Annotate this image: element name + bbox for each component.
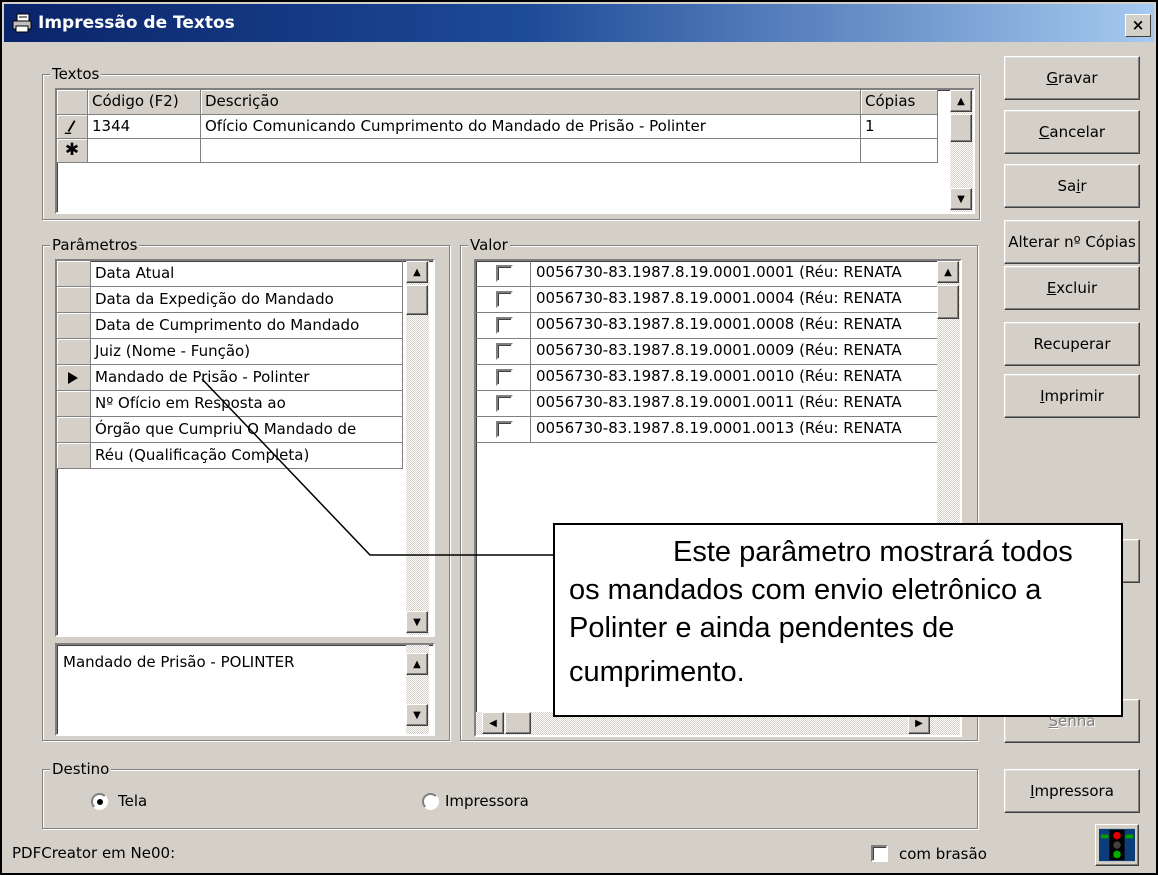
hscroll-thumb[interactable] xyxy=(505,712,531,734)
scroll-down-arrow-icon[interactable]: ▼ xyxy=(406,611,428,633)
textos-group-label: Textos xyxy=(50,65,102,83)
textos-scrollbar[interactable]: ▲ ▼ xyxy=(950,90,973,212)
scroll-thumb[interactable] xyxy=(406,285,428,315)
callout-pointer-line xyxy=(201,378,554,556)
valor-group-label: Valor xyxy=(468,236,510,254)
title-bar[interactable]: Impressão de Textos × xyxy=(4,4,1154,42)
cell-descricao-new[interactable] xyxy=(201,139,861,163)
scroll-up-arrow-icon[interactable]: ▲ xyxy=(937,261,959,283)
destino-impressora-label[interactable]: Impressora xyxy=(445,792,529,810)
param-item[interactable]: Data de Cumprimento do Mandado xyxy=(91,313,403,339)
pencil-icon xyxy=(64,120,76,134)
valor-checkbox[interactable] xyxy=(496,291,513,308)
scroll-down-arrow-icon[interactable]: ▼ xyxy=(950,188,972,210)
dialog-window: Impressão de Textos × Textos Código (F2)… xyxy=(0,0,1158,875)
window-title: Impressão de Textos xyxy=(38,13,235,33)
traffic-light-button[interactable] xyxy=(1095,824,1139,866)
param-item[interactable]: Data Atual xyxy=(91,261,403,287)
current-row-indicator[interactable] xyxy=(57,365,91,391)
com-brasao-label[interactable]: com brasão xyxy=(899,845,987,863)
cell-codigo-new[interactable] xyxy=(88,139,201,163)
valor-item[interactable]: 0056730-83.1987.8.19.0001.0008 (Réu: REN… xyxy=(476,313,938,339)
cell-copias[interactable]: 1 xyxy=(861,115,938,139)
param-item[interactable]: Data da Expedição do Mandado xyxy=(91,287,403,313)
traffic-light-icon xyxy=(1099,828,1135,862)
callout-line-4: cumprimento. xyxy=(569,656,745,688)
cell-codigo[interactable]: 1344 xyxy=(88,115,201,139)
valor-checkbox[interactable] xyxy=(496,317,513,334)
callout-line-1: Este parâmetro mostrará todos xyxy=(673,536,1073,568)
alterar-copias-button[interactable]: Alterar nº Cópias xyxy=(1004,220,1140,264)
textos-grid[interactable]: Código (F2) Descrição Cópias 1344 Ofício… xyxy=(55,88,975,214)
valor-item-label: 0056730-83.1987.8.19.0001.0010 (Réu: REN… xyxy=(536,367,902,385)
valor-item[interactable]: 0056730-83.1987.8.19.0001.0009 (Réu: REN… xyxy=(476,339,938,365)
valor-item-label: 0056730-83.1987.8.19.0001.0009 (Réu: REN… xyxy=(536,341,902,359)
parametro-description: Mandado de Prisão - POLINTER xyxy=(63,653,295,671)
imprimir-button[interactable]: Imprimir xyxy=(1004,374,1140,418)
parametros-group-label: Parâmetros xyxy=(50,236,140,254)
valor-item-label: 0056730-83.1987.8.19.0001.0004 (Réu: REN… xyxy=(536,289,902,307)
scroll-up-arrow-icon[interactable]: ▲ xyxy=(950,90,972,112)
column-header-copias[interactable]: Cópias xyxy=(861,90,938,115)
valor-checkbox[interactable] xyxy=(496,265,513,282)
parametro-description-box[interactable]: Mandado de Prisão - POLINTER ▲ ▼ xyxy=(55,643,435,736)
com-brasao-checkbox[interactable] xyxy=(871,845,888,862)
scroll-up-arrow-icon[interactable]: ▲ xyxy=(406,653,428,675)
valor-item-label: 0056730-83.1987.8.19.0001.0013 (Réu: REN… xyxy=(536,419,902,437)
impressora-button[interactable]: Impressora xyxy=(1004,769,1140,813)
printer-status-text: PDFCreator em Ne00: xyxy=(12,844,176,862)
cancelar-button[interactable]: Cancelar xyxy=(1004,110,1140,154)
scroll-left-arrow-icon[interactable]: ◀ xyxy=(482,712,504,734)
param-item[interactable]: Juiz (Nome - Função) xyxy=(91,339,403,365)
cell-copias-new[interactable] xyxy=(861,139,938,163)
scroll-up-arrow-icon[interactable]: ▲ xyxy=(406,261,428,283)
recuperar-button[interactable]: Recuperar xyxy=(1004,322,1140,366)
close-button[interactable]: × xyxy=(1125,14,1151,37)
cell-descricao[interactable]: Ofício Comunicando Cumprimento do Mandad… xyxy=(201,115,861,139)
description-scrollbar[interactable]: ▲ ▼ xyxy=(406,645,429,734)
destino-group-label: Destino xyxy=(50,760,112,778)
valor-item[interactable]: 0056730-83.1987.8.19.0001.0004 (Réu: REN… xyxy=(476,287,938,313)
scroll-thumb[interactable] xyxy=(937,285,959,319)
destino-tela-label[interactable]: Tela xyxy=(118,792,147,810)
gravar-button[interactable]: Gravar xyxy=(1004,56,1140,100)
scroll-down-arrow-icon[interactable]: ▼ xyxy=(406,704,428,726)
column-header-descricao[interactable]: Descrição xyxy=(201,90,861,115)
valor-checkbox[interactable] xyxy=(496,343,513,360)
row-indicator-editing[interactable] xyxy=(57,115,88,139)
row-pointer-icon xyxy=(68,372,78,384)
scroll-thumb[interactable] xyxy=(950,114,972,142)
row-indicator-new[interactable]: ✱ xyxy=(57,139,88,163)
destino-tela-radio[interactable] xyxy=(91,793,108,810)
asterisk-icon: ✱ xyxy=(64,140,80,160)
valor-item-label: 0056730-83.1987.8.19.0001.0001 (Réu: REN… xyxy=(536,263,902,281)
excluir-button[interactable]: Excluir xyxy=(1004,266,1140,310)
valor-item-label: 0056730-83.1987.8.19.0001.0011 (Réu: REN… xyxy=(536,393,902,411)
callout-line-3: Polinter e ainda pendentes de xyxy=(569,612,955,644)
annotation-callout: Este parâmetro mostrará todos os mandado… xyxy=(553,523,1123,717)
valor-item-label: 0056730-83.1987.8.19.0001.0008 (Réu: REN… xyxy=(536,315,902,333)
destino-impressora-radio[interactable] xyxy=(422,793,439,810)
callout-line-2: os mandados com envio eletrônico a xyxy=(569,574,1042,606)
sair-button[interactable]: Sa i r xyxy=(1004,164,1140,208)
valor-item[interactable]: 0056730-83.1987.8.19.0001.0001 (Réu: REN… xyxy=(476,261,938,287)
printer-doc-icon xyxy=(12,13,32,33)
column-header-codigo[interactable]: Código (F2) xyxy=(88,90,201,115)
